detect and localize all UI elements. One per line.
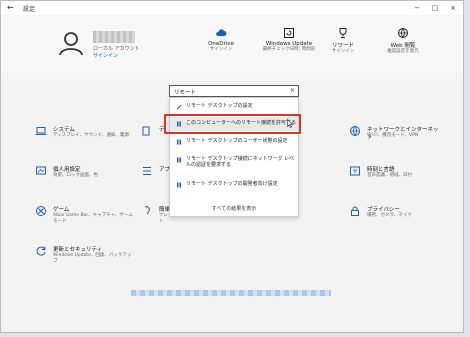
close-icon[interactable]: × [290,87,295,94]
search-input-value: リモート [174,90,197,96]
highlight-box [164,114,301,134]
category-personalization[interactable]: 個人用設定 背景、ロック画面、色 [35,165,125,195]
refresh-icon [36,246,46,256]
quick-web-browsing-label: Web 閲覧 [390,43,416,49]
quick-windows-update-sub: 最終チェック日時: 時間前 [262,47,316,52]
quick-web-browsing-sub: 推奨設定を復元 [387,49,419,54]
suggestion-label: リモート デスクトップのユーザー状態の設定 [186,138,288,144]
quick-rewards-sub: サインイン [331,49,355,54]
time-language-icon [350,166,360,176]
update-icon [284,28,294,38]
mouse-cursor-icon [287,119,293,128]
lock-icon [351,206,359,216]
category-time-language[interactable]: 時刻と言語 音声認識、地域、日付 [349,165,439,195]
cloud-icon [216,29,227,36]
minimize-button[interactable]: − [409,2,425,14]
quick-onedrive[interactable]: OneDrive サインイン [191,27,251,53]
category-update-security-label: 更新とセキュリティ [53,247,103,253]
category-gaming-label: ゲーム [53,207,70,213]
settings-item-icon [177,139,181,145]
category-system-label: システム [53,127,75,133]
category-gaming[interactable]: ゲーム Xbox Game Bar、キャプチャ、ゲーム モード [35,205,133,235]
ease-icon [144,206,150,215]
suggestion-remote-desktop-settings[interactable]: リモート デスクトップの設定 [170,100,298,114]
user-avatar-icon [59,32,83,56]
trophy-icon [339,28,347,38]
category-personalization-desc: 背景、ロック画面、色 [53,173,98,178]
close-button[interactable]: × [445,2,461,14]
category-network-desc: Wi-Fi、機内モード、VPN [367,133,419,138]
window-title: 設定 [23,6,36,13]
account-header: ローカル アカウント サインイン OneDrive サインイン Windows … [1,15,463,79]
xbox-icon [36,206,46,216]
category-system[interactable]: システム ディスプレイ、サウンド、通知、電源 [35,125,129,155]
settings-item-icon [177,182,181,188]
search-input[interactable]: リモート × [169,85,299,97]
account-type: ローカル アカウント [93,46,140,52]
account-name-blurred [93,31,135,43]
quick-web-browsing[interactable]: Web 閲覧 推奨設定を復元 [373,27,433,55]
title-bar: ← 設定 − □ × [1,1,463,16]
category-gaming-desc: Xbox Game Bar、キャプチャ、ゲーム モード [53,213,133,224]
quick-onedrive-sub: サインイン [209,47,233,52]
quick-rewards[interactable]: リワード サインイン [313,27,373,55]
suggestion-label: リモート デスクトップの開発者向け設定 [186,181,278,187]
suggestion-label: リモート デスクトップ接続にネットワーク レベルの認証を要求する [186,156,295,168]
maximize-button[interactable]: □ [427,2,443,14]
show-all-results-link[interactable]: すべての結果を表示 [170,205,298,212]
suggestion-network-level-auth[interactable]: リモート デスクトップ接続にネットワーク レベルの認証を要求する [170,153,298,173]
category-time-language-desc: 音声認識、地域、日付 [367,173,412,178]
category-privacy[interactable]: プライバシー 場所、カメラ、マイク [349,205,439,235]
suggestion-developer-settings[interactable]: リモート デスクトップの開発者向け設定 [170,178,298,192]
quick-windows-update[interactable]: Windows Update 最終チェック日時: 時間前 [259,27,319,53]
suggestion-remote-user-state[interactable]: リモート デスクトップのユーザー状態の設定 [170,135,298,149]
signin-link[interactable]: サインイン [93,52,118,59]
settings-window: ← 設定 − □ × ローカル アカウント サインイン OneDrive サイン… [0,0,464,333]
category-privacy-label: プライバシー [367,207,400,213]
paint-icon [36,166,46,175]
category-update-security[interactable]: 更新とセキュリティ Windows Update、回復、バックアップ [35,245,131,275]
blurred-footer-text [131,290,331,296]
category-personalization-label: 個人用設定 [53,167,81,173]
category-privacy-desc: 場所、カメラ、マイク [367,213,412,218]
settings-item-icon [176,104,182,110]
suggestion-label: リモート デスクトップの設定 [186,103,253,109]
quick-rewards-label: リワード [331,43,354,49]
globe-icon [398,28,408,38]
laptop-icon [35,127,47,135]
devices-icon [142,126,150,136]
settings-item-icon [177,157,181,163]
category-time-language-label: 時刻と言語 [367,167,395,173]
category-network[interactable]: ネットワークとインターネット Wi-Fi、機内モード、VPN [349,125,439,155]
apps-icon [143,167,151,175]
globe-icon [350,126,360,136]
back-arrow-icon[interactable]: ← [7,3,14,12]
category-update-security-desc: Windows Update、回復、バックアップ [53,253,132,264]
category-system-desc: ディスプレイ、サウンド、通知、電源 [53,133,129,138]
